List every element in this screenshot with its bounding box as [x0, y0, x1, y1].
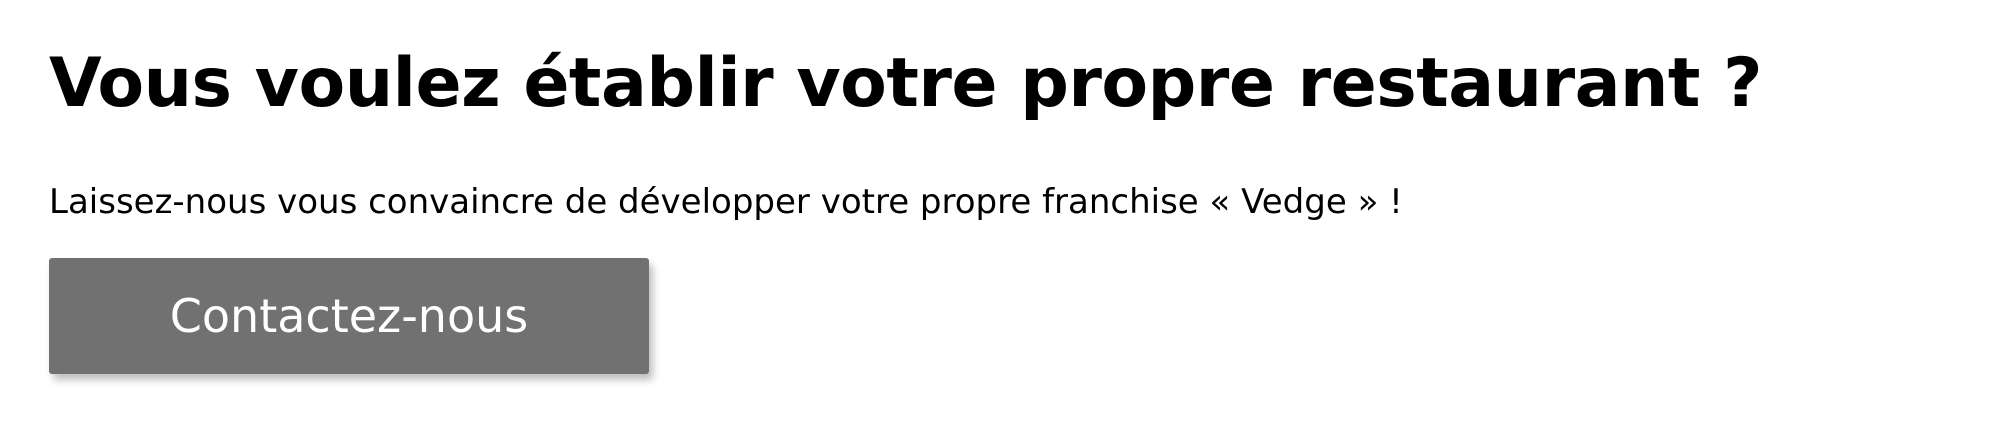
- contact-button[interactable]: Contactez-nous: [49, 258, 649, 374]
- franchise-description: Laissez-nous vous convaincre de développ…: [49, 182, 1403, 222]
- page-title: Vous voulez établir votre propre restaur…: [49, 44, 1763, 123]
- franchise-section: Vous voulez établir votre propre restaur…: [49, 38, 1949, 374]
